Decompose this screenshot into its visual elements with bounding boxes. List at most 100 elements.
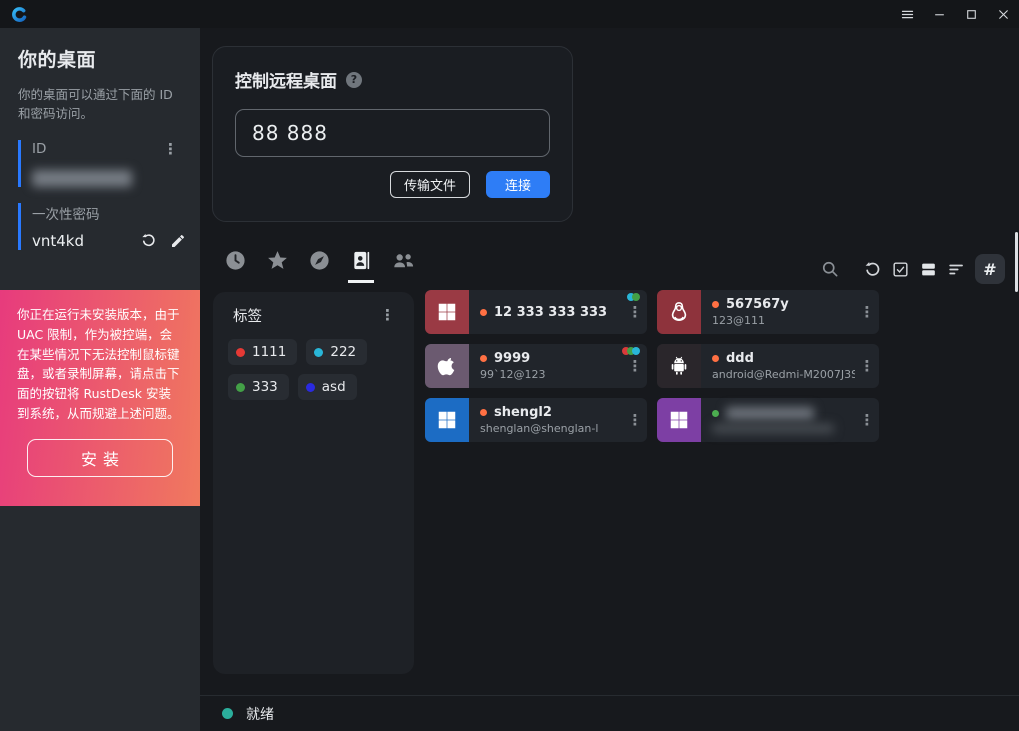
- sidebar-subtitle: 你的桌面可以通过下面的 ID 和密码访问。: [18, 85, 182, 124]
- connection-status-text: 就绪: [246, 704, 274, 724]
- peer-status-dot: [712, 301, 719, 308]
- peer-menu-icon[interactable]: ⋮: [623, 303, 647, 322]
- search-icon[interactable]: [820, 259, 840, 279]
- tag-chip[interactable]: 222: [306, 339, 367, 365]
- tag-color-dot: [306, 383, 315, 392]
- tag-label: 222: [330, 344, 356, 360]
- peer-status-dot: [480, 409, 487, 416]
- tags-title: 标签: [233, 305, 262, 326]
- tab-discovered[interactable]: [306, 249, 332, 283]
- group-icon: [391, 249, 416, 272]
- password-label: 一次性密码: [32, 203, 100, 223]
- peer-name-redacted: [726, 407, 814, 420]
- grid-view-icon[interactable]: #: [975, 254, 1005, 284]
- tags-panel: 标签 ⋮ 1111 222 333 asd: [213, 292, 414, 674]
- peer-status-dot: [480, 355, 487, 362]
- peer-menu-icon[interactable]: ⋮: [855, 411, 879, 430]
- sort-icon[interactable]: [947, 260, 966, 279]
- tag-color-dot: [314, 348, 323, 357]
- edit-password-icon[interactable]: [170, 233, 186, 249]
- sidebar: 你的桌面 你的桌面可以通过下面的 ID 和密码访问。 ID ⋮ 一次性密码 vn…: [0, 28, 200, 731]
- peer-name: 567567y: [726, 297, 789, 312]
- uac-warning-banner: 你正在运行未安装版本，由于 UAC 限制，作为被控端，会在某些情况下无法控制鼠标…: [0, 290, 200, 506]
- peer-name: shengl2: [494, 405, 552, 420]
- minimize-button[interactable]: [923, 0, 955, 28]
- peer-card[interactable]: ddd android@Redmi-M2007J3SC ⋮: [657, 344, 879, 388]
- peer-subtitle: android@Redmi-M2007J3SC: [712, 368, 855, 381]
- tab-favorites[interactable]: [264, 249, 290, 283]
- peer-status-dot: [480, 309, 487, 316]
- peer-menu-icon[interactable]: ⋮: [623, 357, 647, 376]
- id-menu-icon[interactable]: ⋮: [159, 140, 182, 159]
- address-book-icon: [350, 249, 373, 272]
- peer-menu-icon[interactable]: ⋮: [855, 303, 879, 322]
- connect-panel: 控制远程桌面 ? 传输文件 连接: [212, 46, 573, 222]
- peer-menu-icon[interactable]: ⋮: [855, 357, 879, 376]
- uac-warning-text: 你正在运行未安装版本，由于 UAC 限制，作为被控端，会在某些情况下无法控制鼠标…: [17, 305, 183, 424]
- tag-label: 1111: [252, 344, 286, 360]
- compass-icon: [308, 249, 331, 272]
- peer-tag-dots: [625, 347, 640, 355]
- password-value: vnt4kd: [32, 232, 127, 250]
- tags-menu-icon[interactable]: ⋮: [376, 306, 399, 325]
- peer-card[interactable]: ⋮: [657, 398, 879, 442]
- tag-chip[interactable]: asd: [298, 374, 357, 400]
- sidebar-title: 你的桌面: [18, 45, 200, 72]
- tab-address-book[interactable]: [348, 249, 374, 283]
- android-os-icon: [657, 344, 701, 388]
- linux-os-icon: [657, 290, 701, 334]
- rustdesk-window: { "titlebar": { "minimize_glyph": "–", "…: [0, 0, 1019, 731]
- transfer-file-button[interactable]: 传输文件: [390, 171, 470, 198]
- id-value-redacted: [32, 170, 132, 187]
- peer-card[interactable]: 12 333 333 333 ⋮: [425, 290, 647, 334]
- remote-id-input[interactable]: [235, 109, 550, 157]
- scrollbar-thumb[interactable]: [1015, 232, 1018, 292]
- id-label: ID: [32, 141, 46, 157]
- tag-chips: 1111 222 333 asd: [226, 339, 401, 400]
- menu-icon[interactable]: [891, 0, 923, 28]
- connect-title: 控制远程桌面: [235, 67, 337, 92]
- windows-os-icon: [425, 290, 469, 334]
- tag-color-dot: [236, 383, 245, 392]
- clock-icon: [224, 249, 247, 272]
- tag-label: 333: [252, 379, 278, 395]
- tag-label: asd: [322, 379, 346, 395]
- peer-toolbar: #: [820, 254, 1005, 284]
- tag-chip[interactable]: 333: [228, 374, 289, 400]
- peer-card[interactable]: 567567y 123@111 ⋮: [657, 290, 879, 334]
- windows-os-icon: [657, 398, 701, 442]
- peer-card[interactable]: 9999 99`12@123 ⋮: [425, 344, 647, 388]
- peer-name: ddd: [726, 351, 754, 366]
- tag-chip[interactable]: 1111: [228, 339, 297, 365]
- tab-recent-sessions[interactable]: [222, 249, 248, 283]
- rustdesk-logo-icon: [11, 6, 28, 23]
- close-button[interactable]: [987, 0, 1019, 28]
- password-section: 一次性密码 vnt4kd: [18, 203, 200, 250]
- peer-card[interactable]: shengl2 shenglan@shenglan-l ⋮: [425, 398, 647, 442]
- peer-name: 9999: [494, 351, 530, 366]
- card-view-icon[interactable]: [919, 260, 938, 279]
- peer-tabs: [222, 249, 416, 283]
- help-icon[interactable]: ?: [346, 72, 362, 88]
- refresh-password-icon[interactable]: [140, 232, 157, 249]
- connect-button[interactable]: 连接: [486, 171, 550, 198]
- peer-status-dot: [712, 355, 719, 362]
- peer-subtitle: shenglan@shenglan-l: [480, 422, 623, 435]
- main-area: 控制远程桌面 ? 传输文件 连接: [200, 28, 1019, 731]
- peer-status-dot: [712, 410, 719, 417]
- peer-menu-icon[interactable]: ⋮: [623, 411, 647, 430]
- peer-subtitle-redacted: [712, 424, 834, 433]
- peer-subtitle: 123@111: [712, 314, 855, 327]
- install-button[interactable]: 安装: [27, 439, 173, 477]
- connection-status-dot: [222, 708, 233, 719]
- select-checkbox-icon[interactable]: [891, 260, 910, 279]
- peer-grid: 12 333 333 333 ⋮ 567567y: [425, 290, 879, 442]
- maximize-button[interactable]: [955, 0, 987, 28]
- status-bar: 就绪: [200, 695, 1019, 731]
- tag-indicator-dot: [632, 293, 640, 301]
- windows-os-icon: [425, 398, 469, 442]
- peer-name: 12 333 333 333: [494, 305, 607, 320]
- tab-group[interactable]: [390, 249, 416, 283]
- titlebar: [0, 0, 1019, 28]
- refresh-peers-icon[interactable]: [863, 260, 882, 279]
